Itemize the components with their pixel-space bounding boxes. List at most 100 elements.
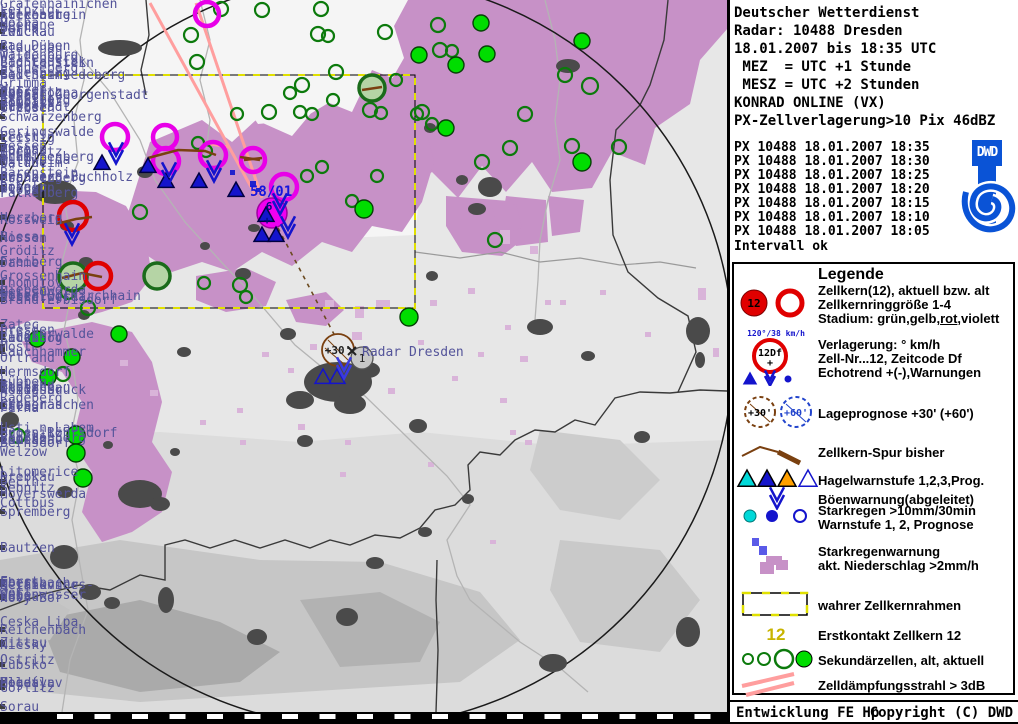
precipitation-pixel bbox=[310, 344, 317, 350]
scale-tick bbox=[544, 714, 561, 719]
precipitation-pixel bbox=[505, 325, 511, 330]
city-area bbox=[539, 654, 567, 672]
panel-header-line: MEZ = UTC +1 Stunde bbox=[734, 59, 912, 75]
legend: Legende 12 Zellkern(12), aktuell bzw. alt… bbox=[732, 262, 1015, 697]
legend-row-daempfung: Zelldämpfungsstrahl > 3dB bbox=[736, 670, 985, 702]
town-label: Nossen bbox=[0, 231, 47, 246]
city-area bbox=[462, 494, 474, 504]
town-label: Geringswalde bbox=[0, 125, 94, 140]
precipitation-pixel bbox=[560, 300, 566, 305]
town-label: Schneeberg bbox=[0, 61, 78, 76]
scale-tick bbox=[582, 714, 598, 719]
legend-label: Starkregen >10mm/30min Warnstufe 1, 2, Pr… bbox=[818, 503, 976, 532]
precipitation-pixel bbox=[120, 360, 128, 366]
panel-footer: Entwicklung FE Hp Copyright (C) DWD bbox=[730, 700, 1018, 724]
precipitation-pixel bbox=[240, 440, 246, 445]
precipitation-pixel bbox=[430, 300, 437, 306]
info-panel: Deutscher Wetterdienst Radar: 10488 Dresd… bbox=[727, 0, 1018, 724]
precipitation-pixel bbox=[452, 376, 458, 381]
city-area bbox=[676, 617, 700, 647]
town-label: Freiberg bbox=[0, 255, 63, 270]
konrad-radar-window: +30' 1 6 +58/01 Zahna Wittenberg Elster Jessen G… bbox=[0, 0, 1018, 724]
secondary-cell-current bbox=[573, 32, 591, 50]
town-label: Zittau bbox=[0, 636, 47, 651]
scale-tick bbox=[207, 714, 223, 719]
scale-tick bbox=[657, 714, 673, 719]
legend-label: Zellkern(12), aktuell bzw. alt Zellkernri… bbox=[818, 283, 1000, 326]
town-label: Schwarzenberg bbox=[0, 110, 102, 125]
px-product-line: PX 10488 18.01.2007 18:25 bbox=[734, 168, 930, 183]
legend-row-zellkern-rings: 12 Zellkern(12), aktuell bzw. alt Zellkern… bbox=[736, 284, 999, 326]
city-area bbox=[581, 351, 595, 361]
city-area bbox=[418, 527, 432, 537]
precipitation-pixel bbox=[500, 398, 507, 403]
city-area bbox=[334, 394, 366, 414]
town-label: Litomerice bbox=[0, 465, 78, 480]
dwd-logo-text: DWD bbox=[972, 140, 1002, 166]
scale-tick bbox=[619, 714, 636, 719]
main-cell-trend: + bbox=[264, 214, 271, 227]
radar-site-label: Radar Dresden bbox=[362, 345, 464, 360]
legend-row-starkregen-dots: Starkregen >10mm/30min Warnstufe 1, 2, Pr… bbox=[736, 504, 976, 532]
precipitation-pixel bbox=[478, 352, 484, 357]
daempfung-icon bbox=[736, 670, 818, 702]
town-label: Hermsdorf bbox=[0, 365, 70, 380]
legend-label: wahrer Zellkernrahmen bbox=[818, 598, 962, 613]
legend-label: Lageprognose +30' (+60') bbox=[818, 406, 974, 421]
precipitation-pixel bbox=[545, 300, 551, 305]
scale-tick bbox=[57, 714, 73, 719]
legend-row-rahmen: wahrer Zellkernrahmen bbox=[736, 590, 961, 622]
town-label: Glauchau bbox=[0, 41, 63, 56]
precipitation-pixel bbox=[288, 368, 294, 373]
precipitation-pixel bbox=[520, 356, 528, 362]
precipitation-pixel bbox=[713, 348, 719, 357]
main-cell-code: 6 bbox=[266, 200, 273, 213]
town-label: Ostritz bbox=[0, 653, 55, 668]
city-area bbox=[634, 431, 650, 443]
precipitation-pixel bbox=[352, 332, 362, 340]
city-area bbox=[468, 203, 486, 215]
city-area bbox=[177, 347, 191, 357]
secondary-cell-current bbox=[447, 56, 465, 74]
lageprognose-icon: +30' +60' bbox=[736, 390, 818, 438]
panel-header-line: Radar: 10488 Dresden bbox=[734, 23, 903, 39]
secondary-cell-current bbox=[472, 14, 490, 32]
verlagerung-icon: 120°/38 km/h 12Df + bbox=[736, 328, 818, 390]
precipitation-pixel bbox=[262, 352, 269, 357]
precipitation-pixel bbox=[698, 288, 706, 300]
legend-row-erstkontakt: 12 Erstkontakt Zellkern 12 bbox=[736, 622, 962, 650]
town-label: Flöha bbox=[0, 183, 39, 198]
city-area bbox=[286, 391, 314, 409]
town-label: Pirna bbox=[0, 401, 39, 416]
precipitation-pixel bbox=[325, 300, 334, 307]
panel-header-line: PX-Zellverlagerung>10 Pix 46dBZ bbox=[734, 113, 996, 129]
legend-label: Zellkern-Spur bisher bbox=[818, 445, 945, 460]
legend-row-lageprognose: +30' +60' Lageprognose +30' (+60') bbox=[736, 390, 974, 438]
city-area bbox=[409, 419, 427, 433]
city-area bbox=[103, 441, 113, 449]
precipitation-area bbox=[548, 196, 584, 236]
scale-tick bbox=[244, 714, 261, 719]
panel-header-line: Deutscher Wetterdienst bbox=[734, 5, 920, 21]
dwd-logo: DWD bbox=[958, 140, 1016, 238]
erstkontakt-icon: 12 bbox=[736, 622, 818, 650]
legend-title: Legende bbox=[818, 266, 884, 283]
radar-map: +30' 1 6 +58/01 Zahna Wittenberg Elster Jessen G… bbox=[0, 0, 727, 724]
scale-tick bbox=[169, 714, 186, 719]
scale-tick bbox=[132, 714, 148, 719]
secondary-cell-current bbox=[399, 307, 419, 327]
precipitation-pixel bbox=[468, 288, 475, 294]
scale-tick bbox=[282, 714, 298, 719]
scale-tick bbox=[507, 714, 523, 719]
town-label: Falkenstein bbox=[0, 8, 86, 23]
starkregen-px-icon bbox=[736, 536, 818, 582]
precipitation-pixel bbox=[490, 540, 496, 544]
starkregen-dots-icon bbox=[736, 507, 818, 529]
legend-label: Sekundärzellen, alt, aktuell bbox=[818, 653, 985, 668]
scale-tick bbox=[694, 714, 711, 719]
px-product-line: PX 10488 18.01.2007 18:15 bbox=[734, 196, 930, 211]
scale-tick bbox=[394, 714, 411, 719]
scale-tick bbox=[319, 714, 336, 719]
legend-label: Zelldämpfungsstrahl > 3dB bbox=[818, 678, 986, 693]
panel-header-line: MESZ = UTC +2 Stunden bbox=[734, 77, 920, 93]
